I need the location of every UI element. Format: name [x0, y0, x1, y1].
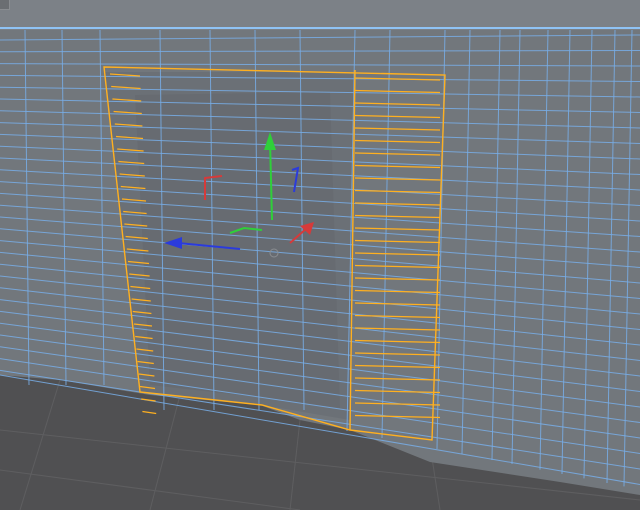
- viewport-corner-tab[interactable]: [0, 0, 10, 10]
- 3d-viewport[interactable]: [0, 0, 640, 510]
- door-recess-inner: [135, 92, 340, 408]
- wall-top-edge: [0, 0, 640, 30]
